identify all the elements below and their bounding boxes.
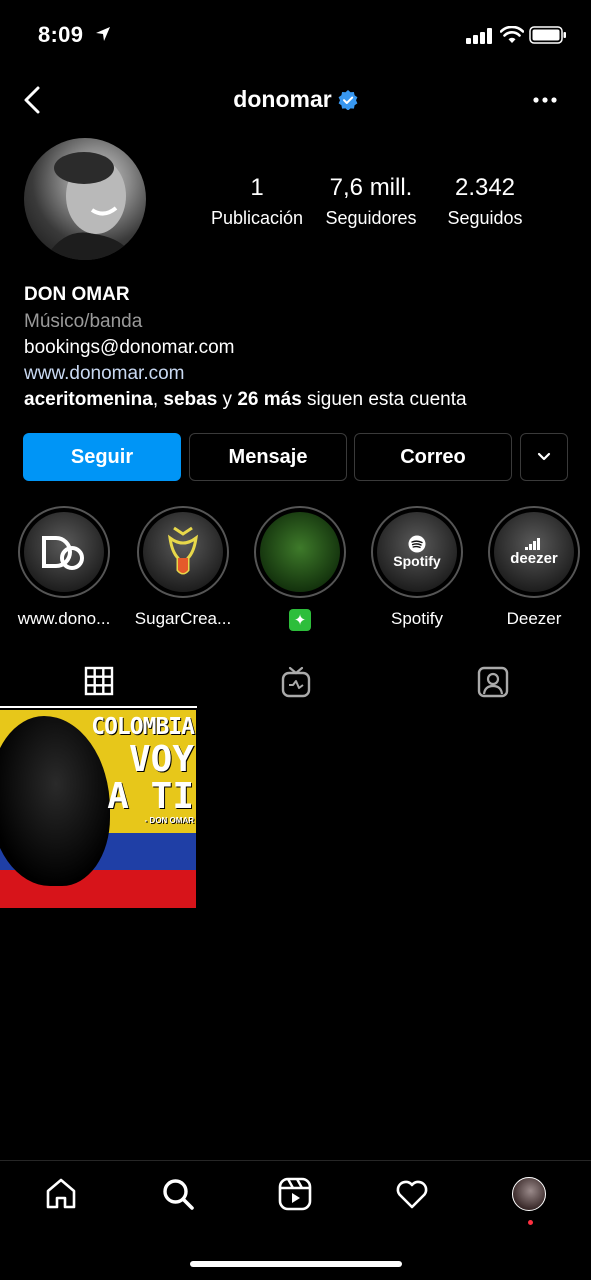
more-options-icon[interactable]	[530, 90, 560, 110]
igtv-icon	[281, 666, 310, 698]
highlight-ring	[137, 506, 229, 598]
chevron-down-icon	[537, 452, 551, 461]
followed-by-suffix: siguen esta cuenta	[301, 389, 467, 410]
follow-button[interactable]: Seguir	[23, 433, 181, 481]
stat-following[interactable]: 2.342 Seguidos	[436, 174, 534, 229]
nav-activity[interactable]	[382, 1177, 442, 1217]
deezer-logo-icon: deezer	[494, 512, 574, 592]
website-link[interactable]: www.donomar.com	[24, 361, 584, 387]
stat-followers[interactable]: 7,6 mill. Seguidores	[318, 174, 424, 229]
profile-avatar[interactable]	[24, 138, 146, 260]
nav-home[interactable]	[31, 1177, 91, 1217]
highlight-spotify[interactable]: Spotify Spotify	[358, 506, 476, 629]
tongue-logo-icon	[143, 512, 223, 592]
followers-count: 7,6 mill.	[329, 174, 413, 201]
message-button[interactable]: Mensaje	[189, 433, 347, 481]
reels-icon	[278, 1177, 312, 1211]
follower-name-2: sebas	[163, 389, 218, 410]
status-bar: 8:09	[0, 0, 591, 70]
highlight-ring	[18, 506, 110, 598]
post-title-line1: COLOMBIA	[91, 714, 195, 740]
profile-bio: DON OMAR Músico/banda bookings@donomar.c…	[24, 284, 584, 413]
highlight-deezer[interactable]: deezer Deezer	[475, 506, 591, 629]
post-title-line2: VOY	[128, 739, 194, 780]
followed-by-separator: ,	[152, 389, 164, 410]
following-count: 2.342	[454, 174, 516, 201]
notification-dot	[528, 1220, 533, 1225]
highlight-website[interactable]: www.dono...	[5, 506, 123, 629]
display-name: DON OMAR	[24, 284, 130, 305]
story-highlights: www.dono... SugarCrea... ✦ Spotify Spoti…	[0, 506, 591, 636]
highlight-ring	[254, 506, 346, 598]
highlight-label: ✦	[241, 609, 359, 631]
stat-posts[interactable]: 1 Publicación	[205, 174, 309, 229]
tab-tagged[interactable]	[394, 656, 591, 708]
highlight-label: Deezer	[506, 609, 562, 628]
nav-search[interactable]	[148, 1177, 208, 1217]
follower-name-1: aceritomenina	[24, 389, 153, 410]
location-arrow-icon	[96, 27, 110, 41]
post-thumbnail[interactable]: COLOMBIA VOY A TI - DON OMAR	[0, 710, 196, 908]
verified-badge-icon	[338, 89, 358, 110]
spotify-logo-icon: Spotify	[377, 512, 457, 592]
nav-profile[interactable]	[499, 1177, 559, 1217]
followed-by-and: y	[217, 389, 238, 410]
suggested-accounts-button[interactable]	[520, 433, 568, 481]
highlight-ring: Spotify	[371, 506, 463, 598]
profile-header: donomar	[0, 72, 591, 128]
highlight-cover-image	[260, 512, 340, 592]
profile-avatar-icon	[512, 1177, 546, 1211]
wifi-icon	[500, 26, 524, 43]
posts-label: Publicación	[210, 208, 304, 228]
status-time: 8:09	[38, 22, 84, 47]
tagged-user-icon	[477, 666, 508, 698]
posts-count: 1	[250, 174, 264, 201]
followers-label: Seguidores	[325, 208, 417, 228]
deezer-wordmark: deezer	[510, 549, 558, 567]
highlight-sparkle[interactable]: ✦	[241, 506, 359, 631]
heart-icon	[396, 1180, 428, 1209]
post-credit: - DON OMAR	[144, 816, 194, 825]
followed-by[interactable]: aceritomenina, sebas y 26 más siguen est…	[24, 387, 584, 413]
home-indicator	[190, 1261, 402, 1267]
highlight-sugarcrea[interactable]: SugarCrea...	[124, 506, 242, 629]
followers-more: 26 más	[237, 389, 302, 410]
nav-reels[interactable]	[265, 1177, 325, 1217]
home-icon	[46, 1178, 76, 1209]
sparkle-icon: ✦	[289, 609, 311, 631]
do-logo-icon	[24, 512, 104, 592]
post-title-line3: A TI	[107, 776, 194, 817]
profile-actions: Seguir Mensaje Correo	[23, 433, 568, 481]
highlight-label: SugarCrea...	[134, 609, 232, 628]
grid-icon	[84, 666, 113, 696]
highlight-label: Spotify	[391, 609, 443, 628]
cellular-signal-icon	[466, 28, 492, 44]
highlight-label: www.dono...	[17, 609, 111, 628]
tab-posts-grid[interactable]	[0, 656, 197, 708]
email-button[interactable]: Correo	[354, 433, 512, 481]
search-icon	[163, 1179, 194, 1210]
following-label: Seguidos	[447, 208, 523, 228]
category-label: Músico/banda	[24, 311, 143, 332]
bio-email[interactable]: bookings@donomar.com	[24, 335, 584, 361]
avatar-portrait-icon	[44, 152, 136, 260]
highlight-ring: deezer	[488, 506, 580, 598]
post-title: COLOMBIA VOY A TI - DON OMAR	[74, 714, 195, 825]
profile-tabs	[0, 656, 591, 708]
username: donomar	[233, 86, 332, 112]
tab-igtv[interactable]	[197, 656, 394, 708]
header-title: donomar	[0, 86, 591, 113]
spotify-wordmark: Spotify	[393, 553, 441, 569]
battery-icon	[529, 26, 566, 44]
